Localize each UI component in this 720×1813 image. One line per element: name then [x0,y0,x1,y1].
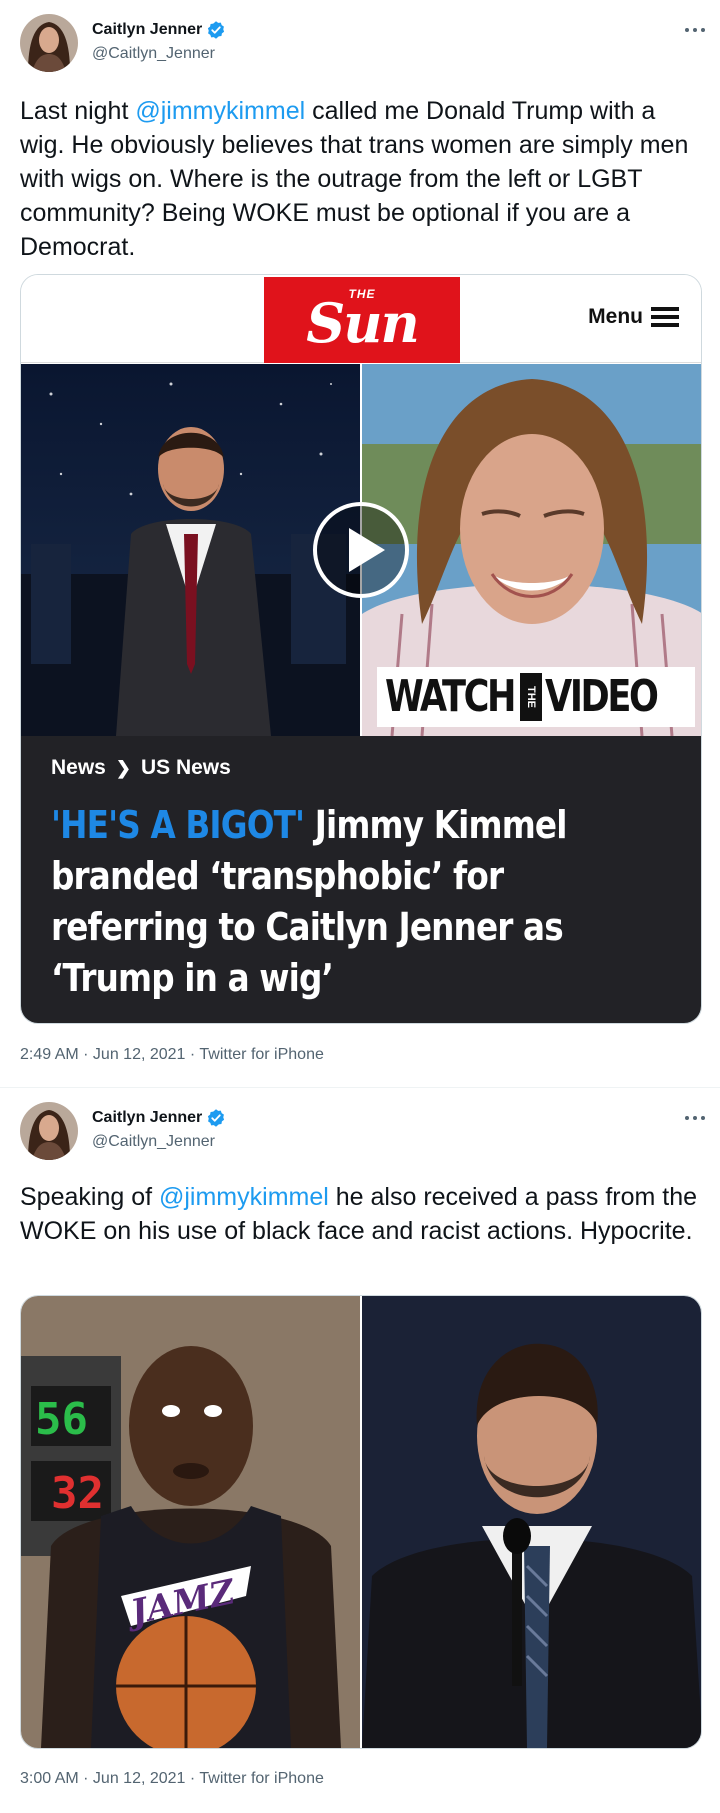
author-name[interactable]: Caitlyn Jenner [92,1109,202,1127]
photo-right[interactable] [362,1296,702,1748]
watch-label-left: WATCH [385,671,516,722]
tweet-header: Caitlyn Jenner @Caitlyn_Jenner [20,1102,710,1160]
author-name-row: Caitlyn Jenner [92,1108,226,1128]
video-left-image [21,364,360,736]
media-card[interactable]: 56 32 JAMZ [20,1295,702,1749]
tweet-timestamp[interactable]: 2:49 AM · Jun 12, 2021 · Twitter for iPh… [20,1046,324,1064]
breadcrumb-news: News [51,756,106,779]
chevron-right-icon: ❯ [115,757,131,778]
author-handle[interactable]: @Caitlyn_Jenner [92,1133,215,1151]
avatar[interactable] [20,1102,78,1160]
headline-kicker: 'HE'S A BIGOT' [51,803,305,847]
tweet-1[interactable]: Caitlyn Jenner @Caitlyn_Jenner Last nigh… [0,0,720,1088]
watch-label-middle: THE [520,673,542,721]
sun-logo: THE Sun [264,277,460,363]
tweet-header: Caitlyn Jenner @Caitlyn_Jenner [20,14,710,72]
breadcrumb-us-news: US News [140,756,231,779]
svg-text:32: 32 [51,1468,104,1519]
play-icon[interactable] [311,500,411,600]
author-name-row: Caitlyn Jenner [92,20,226,40]
site-menu: Menu [588,305,679,329]
verified-badge-icon [208,21,225,39]
menu-label: Menu [588,305,643,328]
article-headline: 'HE'S A BIGOT' Jimmy Kimmel branded ‘tra… [51,800,670,1004]
verified-badge-icon [208,1109,225,1127]
site-header: THE Sun Menu [21,275,701,363]
watch-label-right: VIDEO [545,671,659,722]
tweet-text-before: Speaking of [20,1183,159,1211]
more-options-icon[interactable] [682,1108,708,1128]
link-card[interactable]: THE Sun Menu WATCH THE VIDEO News ❯ US N… [20,274,702,1024]
watch-video-badge: WATCH THE VIDEO [377,667,695,727]
more-options-icon[interactable] [682,20,708,40]
article-preview[interactable]: News ❯ US News 'HE'S A BIGOT' Jimmy Kimm… [21,736,701,1023]
author-name[interactable]: Caitlyn Jenner [92,21,202,39]
mention-link[interactable]: @jimmykimmel [135,97,305,125]
mention-link[interactable]: @jimmykimmel [159,1183,329,1211]
breadcrumb: News ❯ US News [51,756,231,780]
avatar[interactable] [20,14,78,72]
svg-text:56: 56 [35,1394,88,1445]
tweet-2[interactable]: Caitlyn Jenner @Caitlyn_Jenner Speaking … [0,1088,720,1813]
hamburger-menu-icon [651,307,679,327]
tweet-text: Last night @jimmykimmel called me Donald… [20,94,700,264]
video-thumbnail[interactable]: WATCH THE VIDEO [21,364,701,736]
sun-logo-word: Sun [306,291,420,355]
tweet-timestamp[interactable]: 3:00 AM · Jun 12, 2021 · Twitter for iPh… [20,1770,324,1788]
photo-left[interactable]: 56 32 JAMZ [21,1296,360,1748]
tweet-text: Speaking of @jimmykimmel he also receive… [20,1180,700,1248]
author-handle[interactable]: @Caitlyn_Jenner [92,45,215,63]
tweet-text-before: Last night [20,97,136,125]
